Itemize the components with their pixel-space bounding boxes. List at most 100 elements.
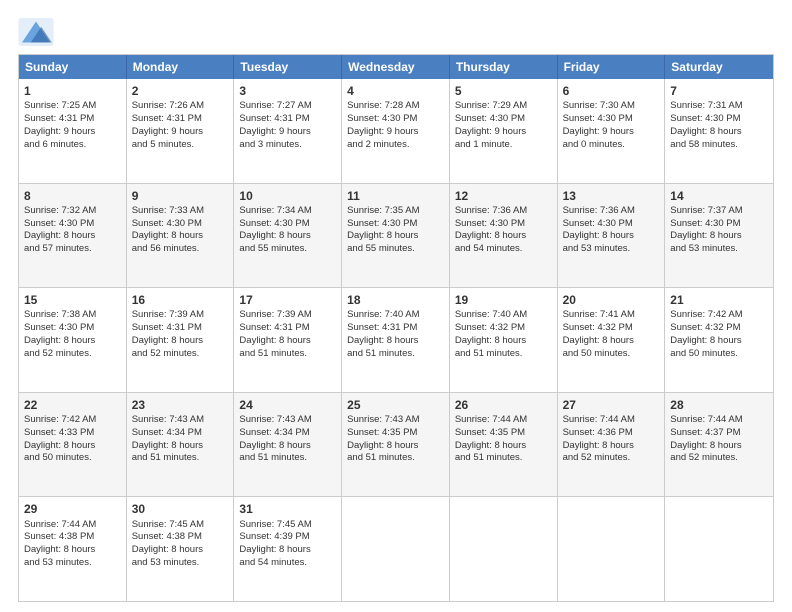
calendar-empty-cell	[450, 497, 558, 601]
day-info-line: Sunset: 4:30 PM	[24, 218, 121, 231]
day-info-line: Sunrise: 7:39 AM	[239, 309, 336, 322]
calendar-day-26: 26Sunrise: 7:44 AMSunset: 4:35 PMDayligh…	[450, 393, 558, 497]
day-info-line: and 51 minutes.	[132, 452, 229, 465]
day-number: 1	[24, 83, 121, 99]
day-info-line: Sunrise: 7:42 AM	[24, 414, 121, 427]
day-info-line: and 54 minutes.	[239, 557, 336, 570]
day-info-line: and 52 minutes.	[563, 452, 660, 465]
calendar-day-2: 2Sunrise: 7:26 AMSunset: 4:31 PMDaylight…	[127, 79, 235, 183]
day-info-line: Sunrise: 7:32 AM	[24, 205, 121, 218]
day-info-line: Sunset: 4:30 PM	[563, 218, 660, 231]
day-info-line: and 51 minutes.	[239, 348, 336, 361]
day-info-line: Sunset: 4:30 PM	[455, 218, 552, 231]
day-info-line: Sunset: 4:30 PM	[670, 218, 768, 231]
day-info-line: and 58 minutes.	[670, 139, 768, 152]
day-info-line: Daylight: 8 hours	[670, 440, 768, 453]
day-info-line: and 56 minutes.	[132, 243, 229, 256]
day-info-line: Sunset: 4:30 PM	[24, 322, 121, 335]
day-info-line: Sunrise: 7:31 AM	[670, 100, 768, 113]
calendar-week-3: 15Sunrise: 7:38 AMSunset: 4:30 PMDayligh…	[19, 287, 773, 392]
day-info-line: and 51 minutes.	[455, 348, 552, 361]
day-number: 29	[24, 501, 121, 517]
day-number: 17	[239, 292, 336, 308]
day-info-line: Sunset: 4:37 PM	[670, 427, 768, 440]
day-number: 28	[670, 397, 768, 413]
day-info-line: Sunset: 4:30 PM	[455, 113, 552, 126]
day-number: 21	[670, 292, 768, 308]
day-info-line: and 55 minutes.	[239, 243, 336, 256]
day-info-line: Sunset: 4:35 PM	[347, 427, 444, 440]
day-info-line: and 52 minutes.	[670, 452, 768, 465]
day-number: 22	[24, 397, 121, 413]
day-info-line: Sunrise: 7:43 AM	[239, 414, 336, 427]
calendar-week-1: 1Sunrise: 7:25 AMSunset: 4:31 PMDaylight…	[19, 79, 773, 183]
weekday-header-sunday: Sunday	[19, 55, 127, 79]
day-info-line: Daylight: 8 hours	[670, 230, 768, 243]
day-number: 5	[455, 83, 552, 99]
day-info-line: Sunset: 4:30 PM	[670, 113, 768, 126]
calendar-day-9: 9Sunrise: 7:33 AMSunset: 4:30 PMDaylight…	[127, 184, 235, 288]
day-info-line: Daylight: 8 hours	[670, 335, 768, 348]
day-info-line: Sunrise: 7:44 AM	[670, 414, 768, 427]
day-info-line: Sunrise: 7:41 AM	[563, 309, 660, 322]
day-info-line: Sunset: 4:32 PM	[670, 322, 768, 335]
day-info-line: Sunset: 4:35 PM	[455, 427, 552, 440]
day-info-line: Daylight: 8 hours	[239, 230, 336, 243]
day-info-line: and 51 minutes.	[347, 348, 444, 361]
day-info-line: and 50 minutes.	[24, 452, 121, 465]
day-number: 7	[670, 83, 768, 99]
day-info-line: Sunset: 4:30 PM	[132, 218, 229, 231]
weekday-header-monday: Monday	[127, 55, 235, 79]
day-number: 10	[239, 188, 336, 204]
day-info-line: and 2 minutes.	[347, 139, 444, 152]
day-info-line: Sunrise: 7:44 AM	[24, 519, 121, 532]
calendar-day-13: 13Sunrise: 7:36 AMSunset: 4:30 PMDayligh…	[558, 184, 666, 288]
calendar-week-5: 29Sunrise: 7:44 AMSunset: 4:38 PMDayligh…	[19, 496, 773, 601]
day-number: 25	[347, 397, 444, 413]
calendar-empty-cell	[558, 497, 666, 601]
day-info-line: Daylight: 8 hours	[24, 230, 121, 243]
day-info-line: and 0 minutes.	[563, 139, 660, 152]
day-number: 13	[563, 188, 660, 204]
day-info-line: Sunrise: 7:38 AM	[24, 309, 121, 322]
calendar-day-6: 6Sunrise: 7:30 AMSunset: 4:30 PMDaylight…	[558, 79, 666, 183]
day-info-line: and 51 minutes.	[347, 452, 444, 465]
day-info-line: Sunset: 4:32 PM	[563, 322, 660, 335]
day-number: 23	[132, 397, 229, 413]
day-info-line: Daylight: 8 hours	[24, 440, 121, 453]
calendar-day-16: 16Sunrise: 7:39 AMSunset: 4:31 PMDayligh…	[127, 288, 235, 392]
weekday-header-wednesday: Wednesday	[342, 55, 450, 79]
calendar-week-2: 8Sunrise: 7:32 AMSunset: 4:30 PMDaylight…	[19, 183, 773, 288]
day-info-line: Sunset: 4:33 PM	[24, 427, 121, 440]
day-info-line: Sunset: 4:38 PM	[24, 531, 121, 544]
day-info-line: Sunset: 4:31 PM	[239, 113, 336, 126]
calendar: SundayMondayTuesdayWednesdayThursdayFrid…	[18, 54, 774, 602]
day-info-line: Sunrise: 7:30 AM	[563, 100, 660, 113]
day-info-line: Sunrise: 7:27 AM	[239, 100, 336, 113]
day-number: 6	[563, 83, 660, 99]
day-info-line: Sunrise: 7:26 AM	[132, 100, 229, 113]
calendar-day-21: 21Sunrise: 7:42 AMSunset: 4:32 PMDayligh…	[665, 288, 773, 392]
day-info-line: Sunrise: 7:44 AM	[563, 414, 660, 427]
day-info-line: Sunrise: 7:42 AM	[670, 309, 768, 322]
day-info-line: and 52 minutes.	[132, 348, 229, 361]
day-info-line: Sunrise: 7:37 AM	[670, 205, 768, 218]
day-info-line: Sunrise: 7:33 AM	[132, 205, 229, 218]
calendar-day-11: 11Sunrise: 7:35 AMSunset: 4:30 PMDayligh…	[342, 184, 450, 288]
day-number: 2	[132, 83, 229, 99]
day-info-line: Daylight: 8 hours	[24, 335, 121, 348]
day-info-line: and 6 minutes.	[24, 139, 121, 152]
calendar-day-28: 28Sunrise: 7:44 AMSunset: 4:37 PMDayligh…	[665, 393, 773, 497]
weekday-header-saturday: Saturday	[665, 55, 773, 79]
calendar-day-15: 15Sunrise: 7:38 AMSunset: 4:30 PMDayligh…	[19, 288, 127, 392]
day-info-line: Daylight: 8 hours	[455, 230, 552, 243]
day-info-line: and 51 minutes.	[239, 452, 336, 465]
header	[18, 18, 774, 46]
day-number: 3	[239, 83, 336, 99]
day-number: 24	[239, 397, 336, 413]
day-number: 8	[24, 188, 121, 204]
day-info-line: and 53 minutes.	[563, 243, 660, 256]
day-info-line: and 53 minutes.	[132, 557, 229, 570]
calendar-day-5: 5Sunrise: 7:29 AMSunset: 4:30 PMDaylight…	[450, 79, 558, 183]
day-info-line: Sunset: 4:30 PM	[563, 113, 660, 126]
